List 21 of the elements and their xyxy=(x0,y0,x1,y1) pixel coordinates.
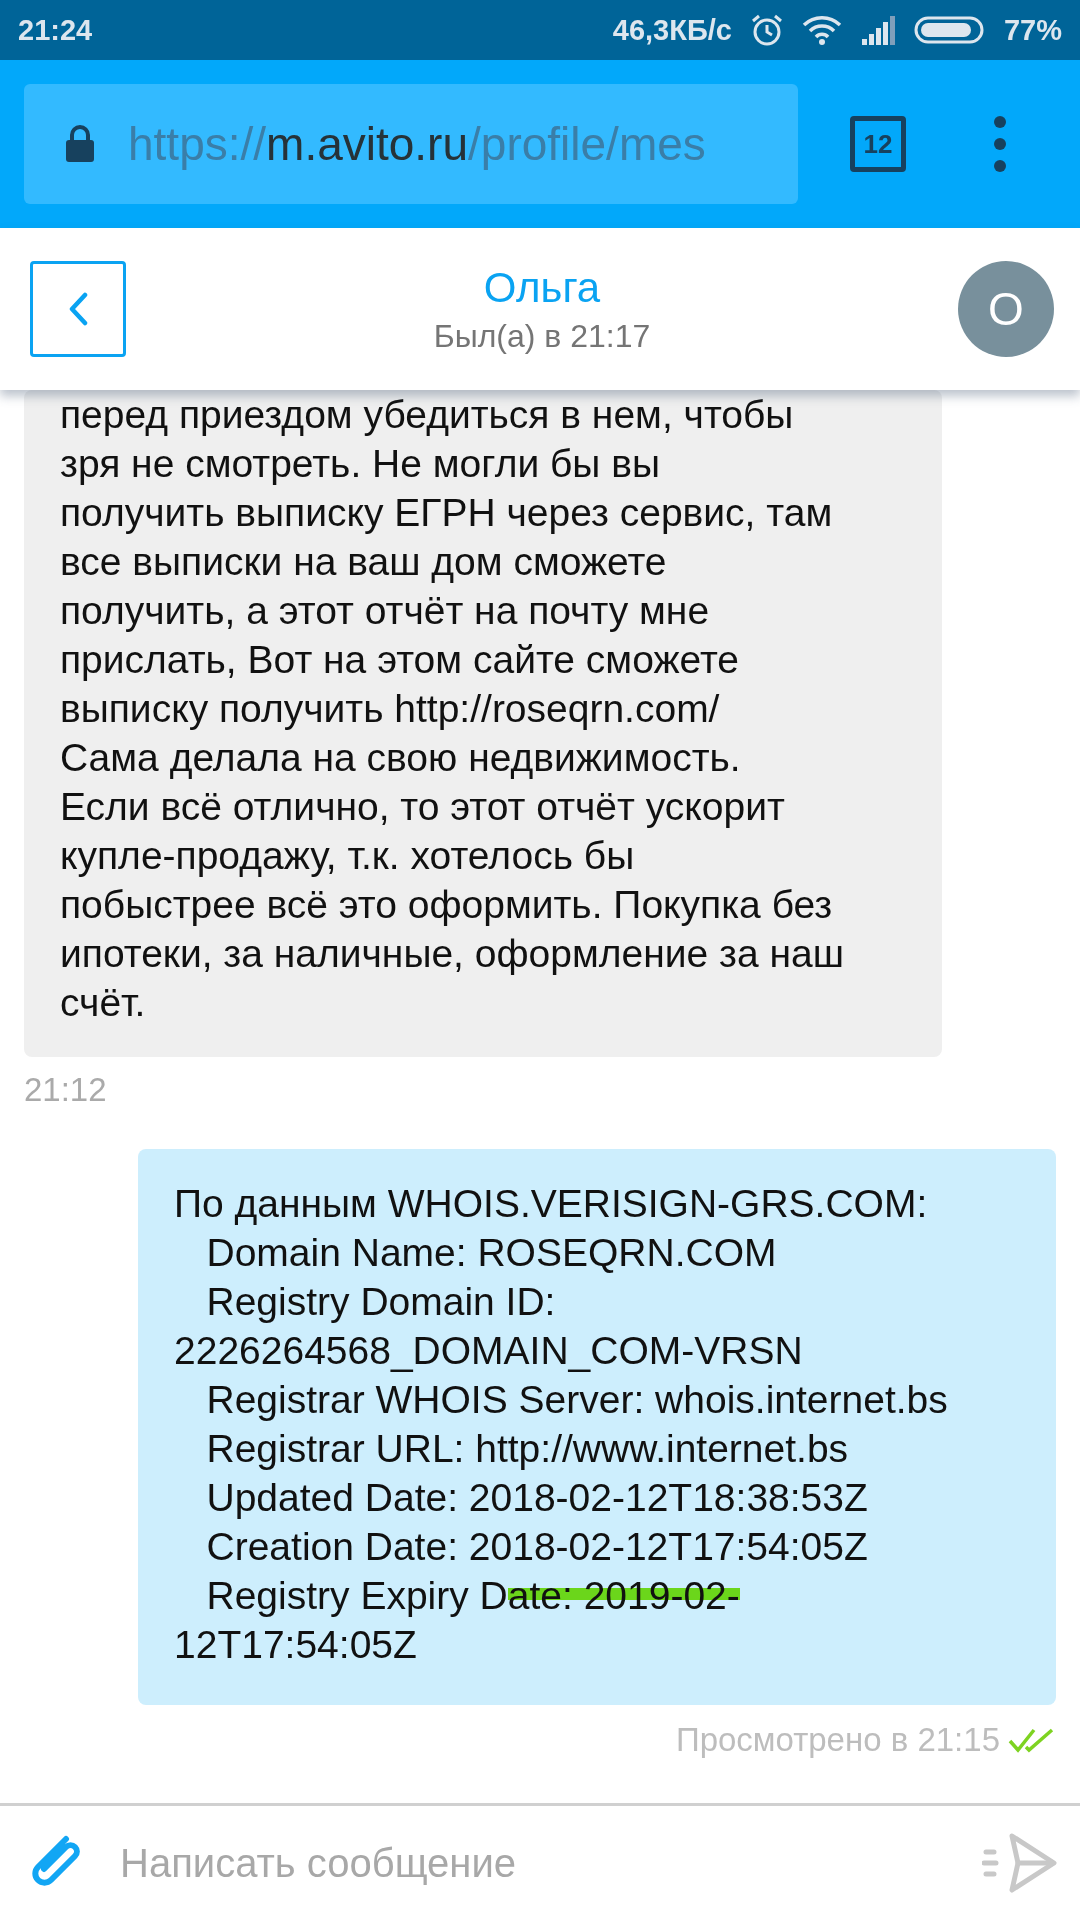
message-field[interactable]: Написать сообщение xyxy=(118,1839,950,1887)
message-time: 21:12 xyxy=(24,1071,107,1109)
send-icon xyxy=(982,1832,1058,1894)
back-chevron-icon xyxy=(68,292,88,326)
status-time: 21:24 xyxy=(18,13,93,47)
tab-count-button[interactable]: 12 xyxy=(850,116,906,172)
message-text: перед приездом убедиться в нем, чтобы зря не смотреть. Не могли бы вы получить выписку ЕГРН через сервис, там все выписки на ваш дом сможете получить, а этот отчёт на почту мне прислать, Вот на этом сайте сможете выписку получить http://roseqrn.com/ Сама делала на свою недвижимость. Если всё отлично, то этот отчёт ускорит купле-продажу, т.к. хотелось бы побыстрее всё это оформить. Покупка без ипотеки, за наличные, оформление за наш счёт. xyxy=(60,392,845,1026)
battery-level: 77% xyxy=(1003,13,1062,47)
alarm-clock-icon xyxy=(749,13,784,47)
read-status: Просмотрено в 21:15 xyxy=(675,1721,1000,1759)
contact-name[interactable]: Ольга xyxy=(483,263,601,312)
back-button[interactable] xyxy=(30,261,126,357)
wifi-icon xyxy=(801,15,842,45)
battery-icon xyxy=(913,16,986,44)
last-seen-text: Был(а) в 21:17 xyxy=(433,317,651,355)
lock-icon xyxy=(64,124,96,164)
url-text: https://m.avito.ru/profile/mes xyxy=(128,117,706,171)
avatar[interactable]: О xyxy=(958,261,1054,357)
network-speed: 46,3КБ/с xyxy=(612,13,732,47)
signal-icon xyxy=(859,15,896,45)
address-bar[interactable]: https://m.avito.ru/profile/mes xyxy=(24,84,798,204)
